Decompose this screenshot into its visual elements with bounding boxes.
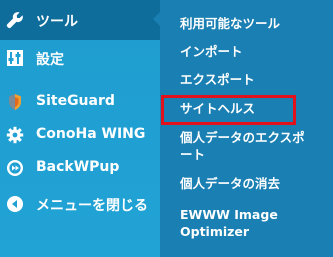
submenu-item-available-tools[interactable]: 利用可能なツール <box>180 15 280 32</box>
submenu-item-export[interactable]: エクスポート <box>180 71 255 88</box>
settings-sliders-icon <box>6 49 24 67</box>
sidebar-item-label: 設定 <box>36 52 64 68</box>
submenu-item-label-line1: EWWW Image <box>180 207 278 222</box>
backwpup-logo-icon <box>6 159 24 177</box>
sidebar-item-settings[interactable]: 設定 <box>0 40 160 76</box>
submenu-item-label-line2: Optimizer <box>180 224 250 239</box>
submenu-item-label: インポート <box>180 44 243 59</box>
submenu-item-ewww-image-optimizer[interactable]: EWWW Image Optimizer <box>180 206 278 240</box>
tools-submenu: 利用可能なツール インポート エクスポート サイトヘルス 個人データのエクスポ … <box>160 0 333 257</box>
submenu-item-label-line1: 個人データのエクスポ <box>180 130 305 145</box>
siteguard-shield-icon <box>6 93 24 111</box>
collapse-menu-icon <box>6 195 24 213</box>
admin-sidebar: ツール 設定 SiteGuard ConoHa WING BackWPup メニ… <box>0 0 161 257</box>
wrench-icon <box>6 11 24 29</box>
collapse-menu-button[interactable]: メニューを閉じる <box>0 186 160 222</box>
submenu-item-label: サイトヘルス <box>180 101 256 116</box>
submenu-item-import[interactable]: インポート <box>180 43 243 60</box>
submenu-item-label-line2: ート <box>180 147 206 162</box>
sidebar-item-tools[interactable]: ツール <box>0 0 160 40</box>
sidebar-item-label: ConoHa WING <box>36 126 146 142</box>
sidebar-item-siteguard[interactable]: SiteGuard <box>0 84 160 120</box>
sidebar-item-conoha-wing[interactable]: ConoHa WING <box>0 117 160 153</box>
sidebar-item-label: ツール <box>36 14 78 30</box>
gear-icon <box>6 126 24 144</box>
submenu-item-label: 個人データの消去 <box>180 176 281 191</box>
submenu-item-label: 利用可能なツール <box>180 16 281 31</box>
sidebar-item-label: BackWPup <box>36 159 120 175</box>
submenu-item-export-personal-data[interactable]: 個人データのエクスポ ート <box>180 129 305 163</box>
submenu-item-site-health[interactable]: サイトヘルス <box>180 100 255 117</box>
sidebar-item-label: メニューを閉じる <box>36 198 148 214</box>
submenu-item-label: エクスポート <box>180 72 255 87</box>
submenu-item-erase-personal-data[interactable]: 個人データの消去 <box>180 175 280 192</box>
sidebar-item-label: SiteGuard <box>36 93 115 109</box>
sidebar-item-backwpup[interactable]: BackWPup <box>0 150 160 186</box>
